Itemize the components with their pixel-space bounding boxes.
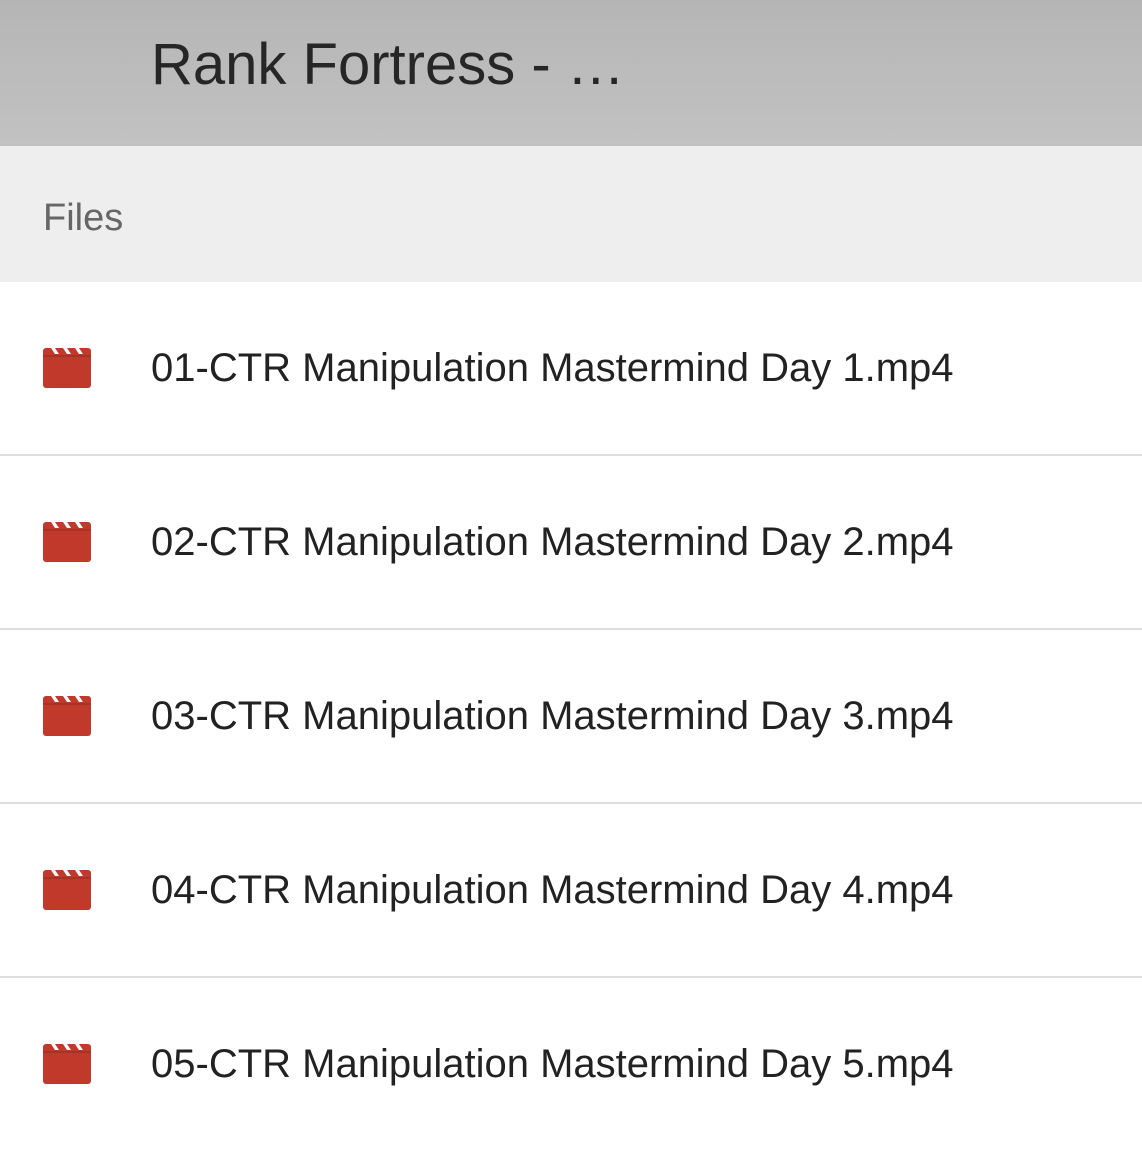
file-name: 01-CTR Manipulation Mastermind Day 1.mp4: [151, 346, 954, 390]
file-name: 04-CTR Manipulation Mastermind Day 4.mp4: [151, 868, 954, 912]
file-name: 02-CTR Manipulation Mastermind Day 2.mp4: [151, 520, 954, 564]
file-name: 03-CTR Manipulation Mastermind Day 3.mp4: [151, 694, 954, 738]
file-row[interactable]: 02-CTR Manipulation Mastermind Day 2.mp4: [0, 456, 1142, 630]
video-file-icon: [43, 696, 91, 736]
file-list: 01-CTR Manipulation Mastermind Day 1.mp4…: [0, 282, 1142, 1150]
file-name: 05-CTR Manipulation Mastermind Day 5.mp4: [151, 1042, 954, 1086]
file-row[interactable]: 04-CTR Manipulation Mastermind Day 4.mp4: [0, 804, 1142, 978]
video-file-icon: [43, 1044, 91, 1084]
files-label: Files: [43, 197, 124, 239]
file-row[interactable]: 01-CTR Manipulation Mastermind Day 1.mp4: [0, 282, 1142, 456]
file-row[interactable]: 05-CTR Manipulation Mastermind Day 5.mp4: [0, 978, 1142, 1150]
video-file-icon: [43, 870, 91, 910]
video-file-icon: [43, 348, 91, 388]
files-section-header: Files: [0, 146, 1142, 282]
app-header: Rank Fortress - …: [0, 0, 1142, 146]
video-file-icon: [43, 522, 91, 562]
folder-title: Rank Fortress - …: [151, 32, 625, 97]
file-row[interactable]: 03-CTR Manipulation Mastermind Day 3.mp4: [0, 630, 1142, 804]
